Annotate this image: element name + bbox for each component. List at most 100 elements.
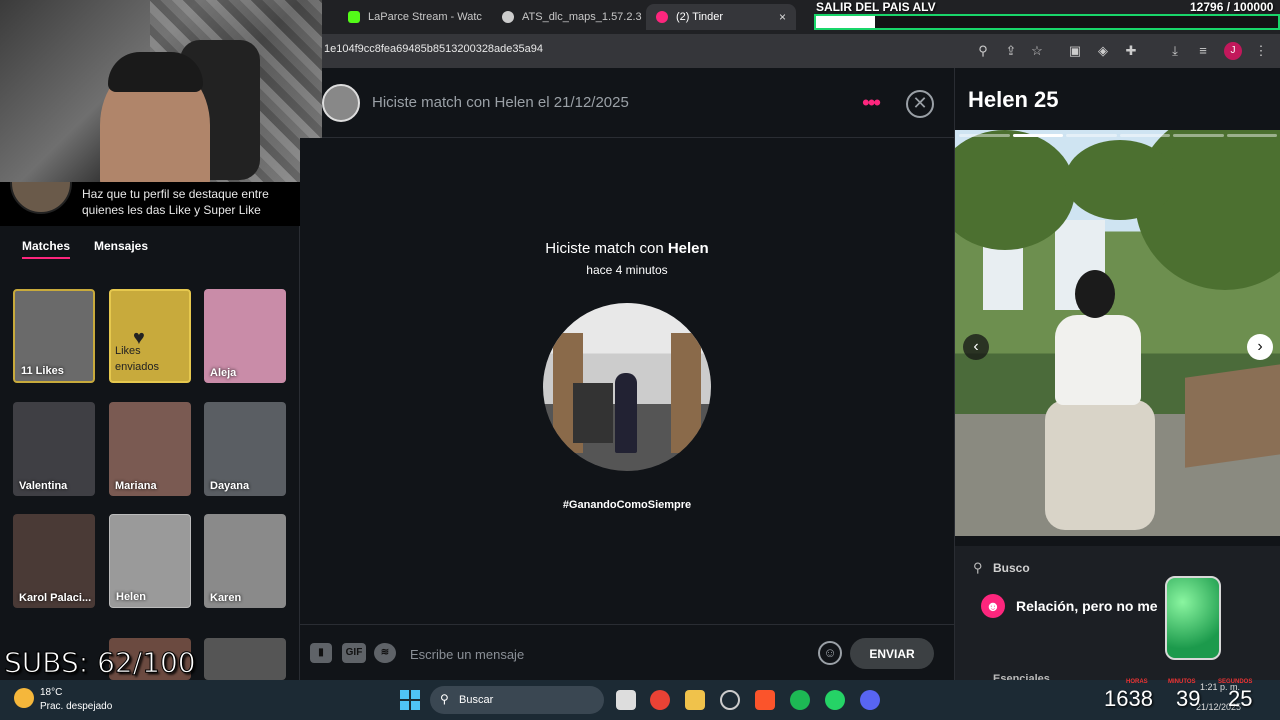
kebab-menu-icon[interactable]: ⋮ [1252,42,1270,60]
kick-favicon-icon [348,11,360,23]
location-icon[interactable]: ⚲ [974,42,992,60]
heart-eyes-icon: ☻ [981,594,1005,618]
chat-title: Hiciste match con Helen el 21/12/2025 [372,94,629,111]
match-heading-name: Helen [667,240,709,257]
sticker-icon[interactable]: ▮ [310,643,332,663]
send-button[interactable]: ENVIAR [850,638,934,669]
match-card[interactable]: Mariana [109,402,191,496]
taskbar-search[interactable]: ⚲ Buscar [430,686,604,714]
weather-temp: 18°C [40,687,63,698]
windows-start-icon[interactable] [400,690,420,710]
gif-button[interactable]: GIF [342,643,366,663]
previous-photo-button[interactable]: ‹ [963,334,989,360]
globe-favicon-icon [502,11,514,23]
stream-goal-title: SALIR DEL PAIS ALV [816,0,936,14]
match-photo[interactable] [543,303,711,471]
weather-icon[interactable] [14,688,34,708]
matches-sidebar: Haz que tu perfil se destaque entre quie… [0,168,300,680]
promo-banner[interactable]: Haz que tu perfil se destaque entre quie… [0,168,300,226]
next-photo-button[interactable]: › [1247,334,1273,360]
install-icon[interactable]: ⇪ [1002,42,1020,60]
task-view-icon[interactable] [616,690,636,710]
spotify-icon[interactable]: ≋ [374,643,396,663]
tab-ats-dlc-maps[interactable]: ATS_dlc_maps_1.57.2.3 × [492,4,642,30]
address-bar: 1e104f9cc8fea69485b8513200328ade35a94 ⚲ … [322,34,1280,68]
match-heading-prefix: Hiciste match con [545,240,668,257]
profile-name: Helen 25 [968,87,1059,112]
looking-for-value: Relación, pero no me [1016,598,1158,614]
close-tab-icon[interactable]: × [482,10,488,24]
profile-avatar-icon[interactable]: J [1224,42,1242,60]
download-icon[interactable]: ⤓ [1166,42,1184,60]
stream-goal-progress [814,14,1280,30]
close-chat-icon[interactable]: ✕ [906,90,934,118]
photo-progress-segment[interactable] [959,134,1010,137]
tab-laparce-stream[interactable]: LaParce Stream - Watc × [338,4,488,30]
match-heading: Hiciste match con Helen [300,240,954,257]
timer-hours: 1638 [1104,686,1153,711]
likes-sent-label: Likes enviados [115,345,160,373]
overlay-jar-icon [1165,576,1221,660]
timer-minutes: 39 [1176,686,1201,711]
url-text[interactable]: 1e104f9cc8fea69485b8513200328ade35a94 [324,43,543,55]
match-hashtag: #GanandoComoSiempre [562,499,692,511]
match-name: Mariana [115,480,157,492]
match-avatar[interactable] [322,84,360,122]
stream-goal-progress-fill [816,16,876,28]
cast-icon[interactable]: ▣ [1066,42,1084,60]
discord-icon[interactable] [860,690,880,710]
brave-icon[interactable] [755,690,775,710]
likes-count: 11 Likes [21,365,64,377]
close-tab-icon[interactable]: × [771,10,786,24]
match-name: Karol Palaci... [19,592,92,604]
more-options-icon[interactable]: ••• [862,90,881,116]
search-icon: ⚲ [973,560,983,575]
menu-list-icon[interactable]: ≡ [1194,42,1212,60]
looking-for-section: ⚲ Busco ☻ Relación, pero no me Esenciale… [955,546,1280,685]
profile-photo[interactable]: ‹ › [955,130,1280,536]
photo-progress-segment[interactable] [1173,134,1224,137]
spotify-icon[interactable] [790,690,810,710]
photo-progress [959,134,1277,137]
stream-goal-counter: 12796 / 100000 [1190,0,1274,14]
photo-progress-segment[interactable] [1066,134,1117,137]
weather-description: Prac. despejado [40,701,113,712]
tab-messages[interactable]: Mensajes [94,239,148,253]
subs-counter: SUBS: 62/100 [4,646,197,680]
message-input[interactable] [410,639,810,669]
clock-app-icon[interactable] [720,690,740,710]
looking-for-label: Busco [993,561,1030,575]
emoji-icon[interactable]: ☺ [818,641,842,665]
extension-icon[interactable]: ◈ [1094,42,1112,60]
promo-text: Haz que tu perfil se destaque entre quie… [82,187,269,217]
match-name: Valentina [19,480,68,492]
webcam-overlay [0,0,322,182]
chat-header: Hiciste match con Helen el 21/12/2025 ••… [322,68,954,138]
match-card[interactable]: Dayana [204,402,286,496]
match-card[interactable]: Karol Palaci... [13,514,95,608]
chat-body: Hiciste match con Helen hace 4 minutos #… [300,138,954,624]
chrome-icon[interactable] [650,690,670,710]
message-composer: ▮ GIF ≋ ☺ ENVIAR [300,624,954,680]
likes-sent-card[interactable]: ♥ Likes enviados [109,289,191,383]
match-name: Karen [210,592,242,604]
puzzle-icon[interactable]: ✚ [1122,42,1140,60]
timer-minutes-label: MINUTOS [1168,679,1196,685]
likes-card[interactable]: 11 Likes [13,289,95,383]
match-time: hace 4 minutos [586,263,668,277]
match-card-selected[interactable]: Helen [109,514,191,608]
tab-tinder[interactable]: (2) Tinder × [646,4,796,30]
tab-matches[interactable]: Matches [22,239,71,259]
tab-label: (2) Tinder [676,11,724,23]
photo-progress-segment[interactable] [1226,134,1277,137]
photo-progress-segment[interactable] [1012,134,1063,137]
file-explorer-icon[interactable] [685,690,705,710]
whatsapp-icon[interactable] [825,690,845,710]
match-card[interactable]: Aleja [204,289,286,383]
timer-hours-label: HORAS [1126,679,1148,685]
match-card[interactable] [204,638,286,680]
match-card[interactable]: Karen [204,514,286,608]
photo-progress-segment[interactable] [1119,134,1170,137]
bookmark-star-icon[interactable]: ☆ [1028,42,1046,60]
match-card[interactable]: Valentina [13,402,95,496]
